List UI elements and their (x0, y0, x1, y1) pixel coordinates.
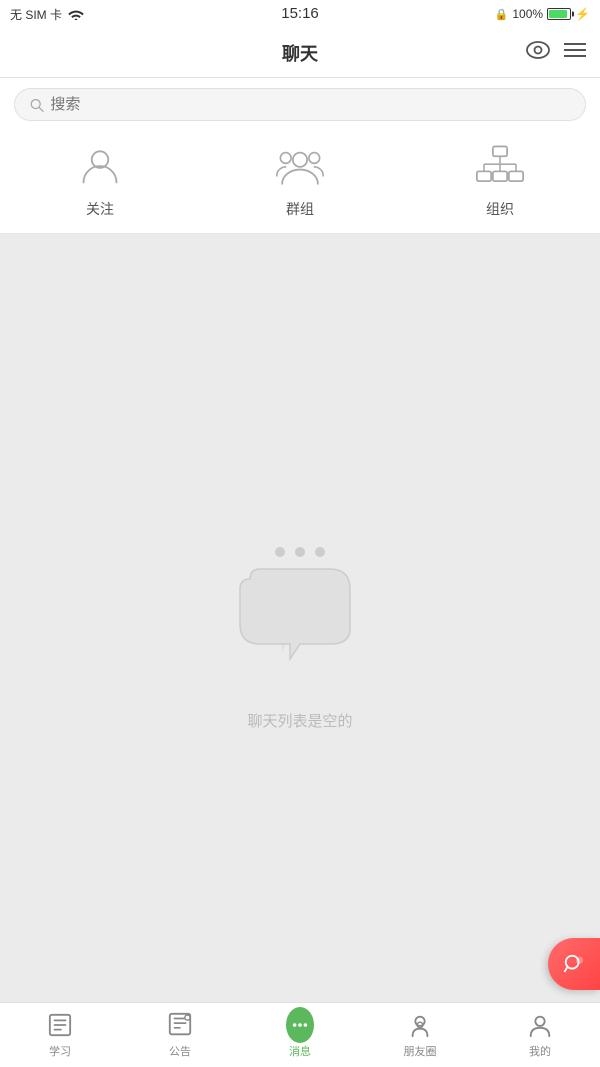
message-label: 消息 (289, 1043, 311, 1059)
empty-illustration (200, 514, 400, 694)
sim-text: 无 SIM 卡 (10, 6, 62, 23)
status-time: 15:16 (281, 5, 319, 22)
search-input[interactable] (50, 96, 571, 113)
eye-icon[interactable] (526, 41, 550, 64)
lock-icon: 🔒 (495, 8, 509, 21)
status-left: 无 SIM 卡 (10, 6, 84, 23)
group-label: 群组 (286, 199, 314, 219)
tab-study[interactable]: 学习 (0, 1011, 120, 1059)
message-icon (286, 1011, 314, 1039)
status-bar: 无 SIM 卡 15:16 🔒 100% ⚡ (0, 0, 600, 28)
battery-icon (547, 8, 571, 20)
category-group[interactable]: 群组 (250, 141, 350, 219)
org-label: 组织 (486, 199, 514, 219)
search-icon (29, 97, 44, 113)
category-follow[interactable]: 关注 (50, 141, 150, 219)
study-label: 学习 (49, 1043, 71, 1059)
search-bar (0, 78, 600, 131)
empty-text: 聊天列表是空的 (247, 710, 352, 731)
category-org[interactable]: 组织 (450, 141, 550, 219)
lightning-icon: ⚡ (575, 7, 590, 21)
group-icon (275, 141, 325, 191)
nav-actions (526, 41, 586, 64)
friends-icon (406, 1011, 434, 1039)
search-input-wrap[interactable] (14, 88, 586, 121)
tab-notice[interactable]: 公告 (120, 1011, 240, 1059)
follow-icon (75, 141, 125, 191)
fab-button[interactable] (548, 938, 600, 990)
tab-mine[interactable]: 我的 (480, 1011, 600, 1059)
mine-icon (526, 1011, 554, 1039)
org-icon (475, 141, 525, 191)
friends-label: 朋友圈 (404, 1043, 437, 1059)
main-content: 聊天列表是空的 (0, 234, 600, 1010)
follow-label: 关注 (86, 199, 114, 219)
notice-icon (166, 1011, 194, 1039)
notice-label: 公告 (169, 1043, 191, 1059)
mine-label: 我的 (529, 1043, 551, 1059)
status-right: 🔒 100% ⚡ (495, 7, 590, 21)
categories: 关注 群组 (0, 131, 600, 234)
tab-friends[interactable]: 朋友圈 (360, 1011, 480, 1059)
study-icon (46, 1011, 74, 1039)
tab-bar: 学习 公告 消息 (0, 1002, 600, 1067)
nav-title: 聊天 (282, 40, 318, 66)
menu-icon[interactable] (564, 42, 586, 63)
wifi-icon (68, 8, 84, 20)
nav-bar: 聊天 (0, 28, 600, 78)
battery-percent: 100% (512, 7, 543, 21)
tab-message[interactable]: 消息 (240, 1011, 360, 1059)
